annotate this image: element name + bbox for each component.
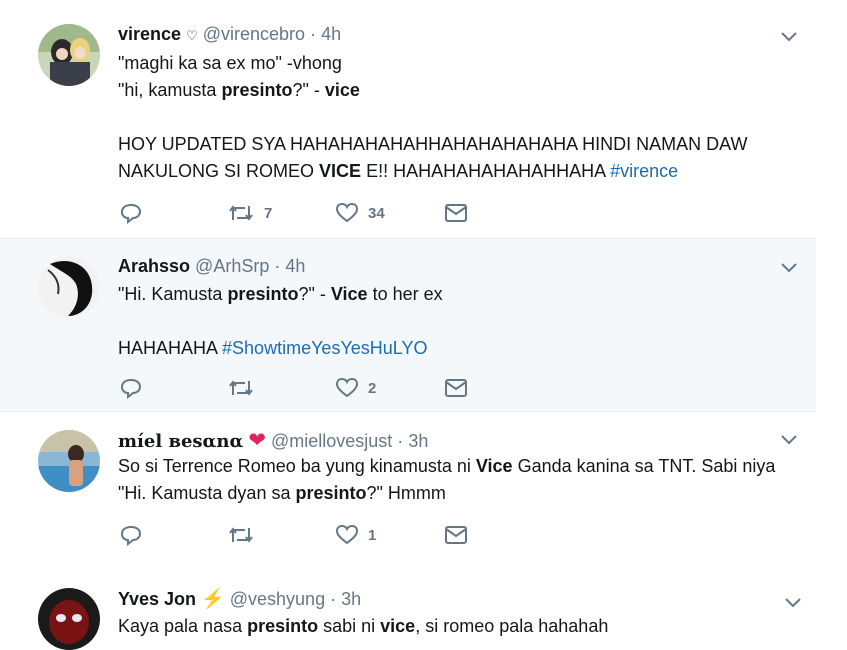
- retweet-icon: [229, 380, 253, 396]
- dm-button[interactable]: [445, 376, 467, 400]
- handle[interactable]: @virencebro: [203, 24, 305, 44]
- chevron-down-icon[interactable]: [781, 263, 797, 273]
- tweet-header: Yves Jon ⚡ @veshyung · 3h: [118, 589, 362, 610]
- envelope-icon: [445, 204, 467, 222]
- retweet-count: 7: [264, 204, 273, 222]
- text-line: So si Terrence Romeo ba yung kinamusta n…: [118, 456, 776, 476]
- reply-icon: [120, 378, 142, 399]
- text-line: NAKULONG SI ROMEO VICE E!! HAHAHAHAHAHAH…: [118, 161, 679, 181]
- chevron-down-icon[interactable]: [781, 435, 797, 445]
- heart-outline-icon: ♡: [186, 28, 198, 43]
- heart-icon: [336, 525, 358, 545]
- like-count: 34: [368, 204, 385, 222]
- reply-button[interactable]: [120, 523, 142, 547]
- text-line: HOY UPDATED SYA HAHAHAHAHAHHAHAHAHAHAHA …: [118, 134, 748, 154]
- like-button[interactable]: 2: [336, 376, 376, 400]
- dm-button[interactable]: [445, 523, 467, 547]
- chevron-down-icon[interactable]: [785, 598, 801, 608]
- timestamp[interactable]: 4h: [285, 256, 305, 276]
- tweet-arahsso[interactable]: Arahsso @ArhSrp · 4h "Hi. Kamusta presin…: [0, 238, 816, 412]
- text-line: Kaya pala nasa presinto sabi ni vice, si…: [118, 616, 609, 636]
- tweet-header: míel вesαnα ❤ @miellovesjust · 3h: [118, 429, 429, 452]
- like-count: 1: [368, 526, 377, 544]
- heart-icon: [336, 378, 358, 398]
- retweet-icon: [229, 205, 253, 221]
- tweet-header: Arahsso @ArhSrp · 4h: [118, 256, 306, 276]
- tweet-header: virence ♡ @virencebro · 4h: [118, 24, 342, 44]
- reply-icon: [120, 525, 142, 546]
- text-line: "Hi. Kamusta presinto?" - Vice to her ex: [118, 284, 443, 304]
- timestamp[interactable]: 3h: [408, 431, 428, 451]
- hashtag-link[interactable]: #ShowtimeYesYesHuLYO: [222, 338, 427, 358]
- display-name[interactable]: Yves Jon: [118, 589, 196, 609]
- lightning-icon: ⚡: [201, 589, 225, 610]
- tweet-yves[interactable]: Yves Jon ⚡ @veshyung · 3h Kaya pala nasa…: [0, 574, 847, 650]
- display-name[interactable]: virence: [118, 24, 181, 44]
- handle[interactable]: @veshyung: [230, 589, 325, 609]
- avatar[interactable]: [38, 588, 100, 650]
- hashtag-link[interactable]: #virence: [610, 161, 678, 181]
- text-line: [118, 104, 747, 131]
- tweet-virence[interactable]: virence ♡ @virencebro · 4h "maghi ka sa …: [0, 0, 847, 238]
- tweet-text: Kaya pala nasa presinto sabi ni vice, si…: [118, 613, 608, 640]
- tweet-text: "maghi ka sa ex mo" -vhong "hi, kamusta …: [118, 50, 747, 185]
- red-heart-icon: ❤: [248, 429, 266, 452]
- retweet-button[interactable]: [228, 376, 254, 400]
- envelope-icon: [445, 526, 467, 544]
- timestamp[interactable]: 4h: [321, 24, 341, 44]
- like-count: 2: [368, 379, 377, 397]
- tweet-text: So si Terrence Romeo ba yung kinamusta n…: [118, 453, 775, 507]
- retweet-icon: [229, 527, 253, 543]
- display-name[interactable]: Arahsso: [118, 256, 190, 276]
- reply-button[interactable]: [120, 376, 142, 400]
- like-button[interactable]: 34: [336, 201, 385, 225]
- retweet-button[interactable]: [228, 523, 254, 547]
- avatar[interactable]: [38, 430, 100, 492]
- text-line: "Hi. Kamusta dyan sa presinto?" Hmmm: [118, 483, 446, 503]
- timestamp[interactable]: 3h: [341, 589, 361, 609]
- text-line: HAHAHAHA #ShowtimeYesYesHuLYO: [118, 338, 428, 358]
- avatar[interactable]: [38, 256, 100, 318]
- envelope-icon: [445, 379, 467, 397]
- text-line: "maghi ka sa ex mo" -vhong: [118, 53, 342, 73]
- retweet-button[interactable]: 7: [228, 201, 272, 225]
- display-name[interactable]: míel вesαnα: [118, 431, 243, 452]
- chevron-down-icon[interactable]: [781, 32, 797, 42]
- heart-icon: [336, 203, 358, 223]
- like-button[interactable]: 1: [336, 523, 376, 547]
- tweet-miel[interactable]: míel вesαnα ❤ @miellovesjust · 3h So si …: [0, 412, 847, 562]
- reply-icon: [120, 203, 142, 224]
- handle[interactable]: @ArhSrp: [195, 256, 269, 276]
- avatar[interactable]: [38, 24, 100, 86]
- text-line: [118, 308, 443, 335]
- text-line: "hi, kamusta presinto?" - vice: [118, 80, 360, 100]
- reply-button[interactable]: [120, 201, 142, 225]
- handle[interactable]: @miellovesjust: [271, 431, 392, 451]
- dm-button[interactable]: [445, 201, 467, 225]
- tweet-text: "Hi. Kamusta presinto?" - Vice to her ex…: [118, 281, 443, 362]
